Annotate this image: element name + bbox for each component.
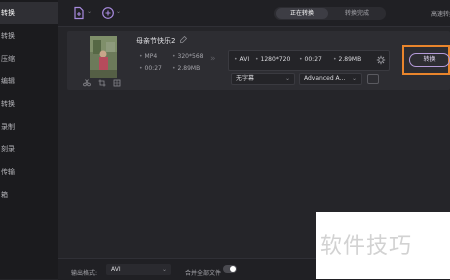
chevron-down-icon[interactable]: ⌄ (116, 8, 121, 15)
source-size: • 2.89MB (172, 65, 201, 72)
merge-files-label: 合并全部文件 (185, 270, 222, 277)
sidebar-item-edit[interactable]: 编辑 (0, 70, 58, 92)
target-duration: • 00:27 (299, 56, 322, 63)
sidebar-item-transfer[interactable]: 传输 (0, 161, 58, 183)
convert-arrow-icon: » (210, 54, 216, 64)
sidebar-item-label: 编辑 (1, 77, 15, 85)
audio-dropdown[interactable]: Advanced A... ⌄ (299, 73, 362, 85)
sidebar-item-label: 压缩 (1, 55, 15, 63)
sidebar-item-burn[interactable]: 刻录 (0, 138, 58, 160)
sidebar-item-label: 录制 (1, 123, 15, 131)
video-thumbnail[interactable] (90, 36, 117, 78)
toggle-knob (230, 266, 236, 272)
chevron-down-icon: ⌄ (161, 266, 167, 273)
target-info-box: • AVI • 1280*720 • 00:27 • 2.89MB (228, 50, 390, 71)
sidebar-item-toolbox[interactable]: 箱 (0, 184, 58, 206)
edit-icon[interactable] (179, 35, 188, 44)
watermark-text: 软件技巧 (320, 234, 413, 259)
watermark-overlay: 软件技巧 (316, 212, 450, 279)
add-file-icon[interactable] (72, 6, 86, 20)
source-resolution: • 320*568 (172, 53, 204, 60)
sidebar-item-label: 转换 (1, 9, 15, 17)
file-name: 母亲节快乐2 (136, 37, 176, 45)
cut-icon[interactable] (83, 79, 91, 87)
thumbnail-tools (83, 79, 121, 87)
high-speed-conversion-label[interactable]: 高速转换 (431, 9, 450, 18)
target-format: • AVI (234, 56, 250, 63)
sidebar: 转换 转换 压缩 编辑 转换 录制 刻录 传输 箱 (0, 0, 58, 279)
sidebar-item-label: 刻录 (1, 145, 15, 153)
target-resolution: • 1280*720 (255, 56, 291, 63)
merge-files-toggle[interactable] (223, 265, 237, 273)
sidebar-item-convert[interactable]: 转换 (0, 2, 58, 24)
tab-converting[interactable]: 正在转换 (276, 8, 328, 19)
source-format: • MP4 (139, 53, 158, 60)
audio-dropdown-value: Advanced A... (304, 75, 346, 82)
sidebar-item-compress[interactable]: 压缩 (0, 48, 58, 70)
target-size: • 2.89MB (333, 56, 362, 63)
sidebar-item-convert-2[interactable]: 转换 (0, 25, 58, 47)
chevron-down-icon: ⌄ (284, 75, 290, 82)
status-tabs: 正在转换 转换完成 (274, 7, 386, 20)
effects-icon[interactable] (113, 79, 121, 87)
top-toolbar: ⌄ ⌄ 正在转换 转换完成 高速转换 (58, 0, 450, 27)
tab-converted[interactable]: 转换完成 (330, 8, 384, 19)
output-format-select[interactable]: AVI ⌄ (106, 264, 171, 275)
sidebar-item-label: 箱 (1, 191, 8, 199)
sidebar-item-label: 转换 (1, 32, 15, 40)
output-format-label: 输出格式: (71, 270, 98, 277)
sidebar-item-record[interactable]: 录制 (0, 116, 58, 138)
crop-icon[interactable] (98, 79, 106, 87)
sidebar-item-label: 传输 (1, 168, 15, 176)
sidebar-item-convert-3[interactable]: 转换 (0, 93, 58, 115)
subtitle-dropdown-value: 无字幕 (236, 75, 255, 82)
source-duration: • 00:27 (139, 65, 162, 72)
output-format-value: AVI (111, 266, 121, 273)
chevron-down-icon[interactable]: ⌄ (87, 8, 92, 15)
sidebar-item-label: 转换 (1, 100, 15, 108)
add-subtitle-icon[interactable] (367, 74, 379, 84)
gear-icon[interactable] (376, 55, 386, 65)
subtitle-dropdown[interactable]: 无字幕 ⌄ (231, 73, 295, 85)
chevron-down-icon: ⌄ (351, 75, 357, 82)
convert-button[interactable]: 转换 (409, 53, 450, 67)
dvd-add-icon[interactable] (101, 6, 115, 20)
